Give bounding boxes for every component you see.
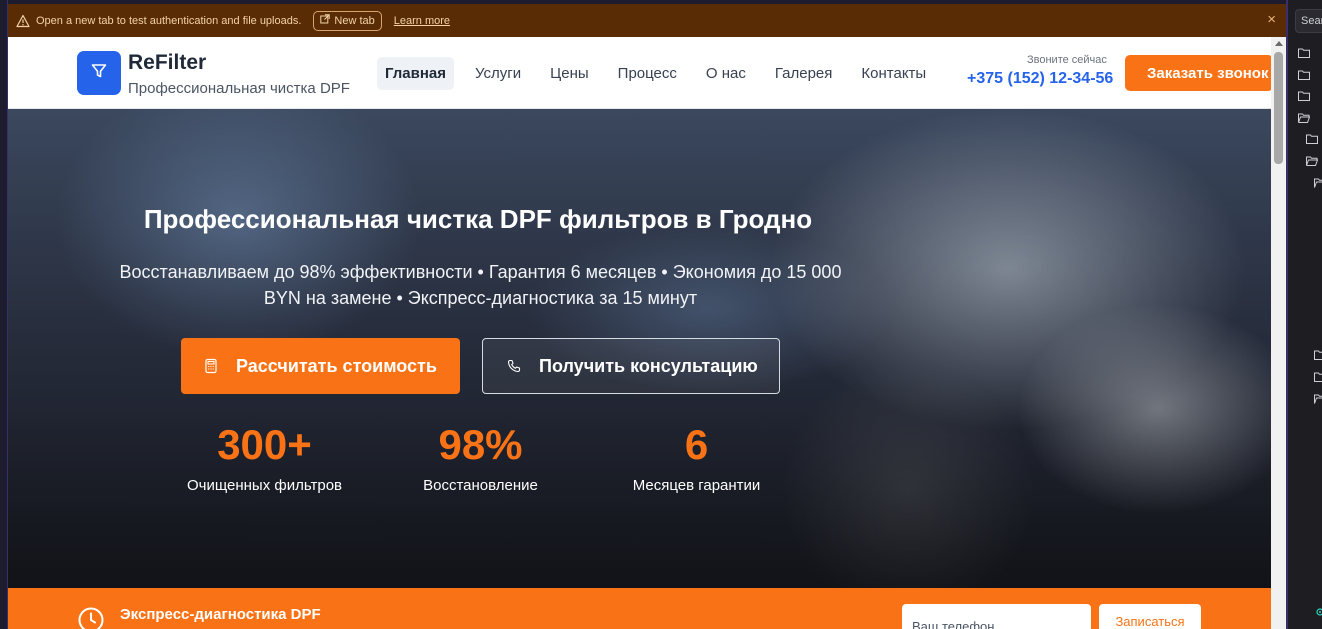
stat-value: 98% xyxy=(438,421,523,468)
calculate-cost-label: Рассчитать стоимость xyxy=(236,355,437,376)
phone-icon xyxy=(507,359,521,373)
call-now-label: Звоните сейчас xyxy=(1027,54,1107,66)
header-phone-link[interactable]: +375 (152) 12-34-56 xyxy=(967,70,1113,88)
external-link-icon xyxy=(320,14,331,27)
clock-icon xyxy=(78,607,104,629)
order-call-button[interactable]: Заказать звонок xyxy=(1125,55,1271,91)
site-header: ReFilter Профессиональная чистка DPF Гла… xyxy=(8,37,1271,109)
stat-value: 6 xyxy=(684,421,709,468)
calculator-icon xyxy=(204,358,218,374)
folder-icon[interactable] xyxy=(1298,88,1312,101)
folder-open-icon[interactable] xyxy=(1314,391,1322,404)
nav-item-about[interactable]: О нас xyxy=(698,57,754,90)
stat-label: Восстановление xyxy=(423,477,538,494)
notice-bar: Open a new tab to test authentication an… xyxy=(8,4,1286,37)
folder-open-icon[interactable] xyxy=(1298,110,1312,123)
window-frame-left xyxy=(0,0,8,629)
nav-item-gallery[interactable]: Галерея xyxy=(767,57,841,90)
stat-restoration: 98% Восстановление xyxy=(418,421,543,494)
stat-label: Месяцев гарантии xyxy=(632,477,761,494)
signup-button[interactable]: Записаться xyxy=(1099,604,1201,629)
get-consultation-button[interactable]: Получить консультацию xyxy=(482,338,780,394)
phone-input[interactable] xyxy=(902,604,1091,629)
hero-title: Профессиональная чистка DPF фильтров в Г… xyxy=(143,204,813,234)
nav-item-services[interactable]: Услуги xyxy=(467,57,529,90)
new-tab-label: New tab xyxy=(334,14,375,27)
folder-icon[interactable] xyxy=(1314,347,1322,360)
nav-item-prices[interactable]: Цены xyxy=(542,57,597,90)
hero-subtitle: Восстанавливаем до 98% эффективности • Г… xyxy=(119,262,842,308)
side-search-input[interactable]: Sear xyxy=(1295,9,1322,33)
nav-item-contacts[interactable]: Контакты xyxy=(853,57,934,90)
folder-icon[interactable] xyxy=(1298,67,1312,80)
hero-section: Профессиональная чистка DPF фильтров в Г… xyxy=(8,109,1271,588)
logo[interactable] xyxy=(77,51,121,95)
express-diagnostics-bar: Экспресс-диагностика DPF Записаться xyxy=(8,588,1271,629)
brand-subtitle: Профессиональная чистка DPF xyxy=(128,80,350,97)
gear-icon[interactable] xyxy=(1314,605,1322,617)
folder-icon[interactable] xyxy=(1298,45,1312,58)
page-viewport: ReFilter Профессиональная чистка DPF Гла… xyxy=(8,37,1271,629)
stat-warranty-months: 6 Месяцев гарантии xyxy=(628,421,765,494)
learn-more-link[interactable]: Learn more xyxy=(394,15,450,27)
main-nav: Главная Услуги Цены Процесс О нас Галере… xyxy=(377,57,947,90)
side-panel: Sear xyxy=(1288,0,1322,629)
warning-icon xyxy=(16,14,30,28)
new-tab-button[interactable]: New tab xyxy=(313,10,382,31)
calculate-cost-button[interactable]: Рассчитать стоимость xyxy=(181,338,460,394)
scrollbar-thumb[interactable] xyxy=(1274,52,1283,164)
stat-label: Очищенных фильтров xyxy=(186,477,343,494)
brand-name[interactable]: ReFilter xyxy=(128,51,206,75)
folder-icon[interactable] xyxy=(1314,369,1322,382)
funnel-filter-icon xyxy=(90,62,108,85)
notice-message: Open a new tab to test authentication an… xyxy=(36,14,302,27)
close-icon[interactable]: × xyxy=(1267,12,1276,27)
stat-value: 300+ xyxy=(217,421,312,468)
page-scrollbar[interactable] xyxy=(1271,37,1286,629)
folder-open-icon[interactable] xyxy=(1314,175,1322,188)
express-title: Экспресс-диагностика DPF xyxy=(120,606,321,623)
folder-icon[interactable] xyxy=(1306,131,1320,144)
folder-open-icon[interactable] xyxy=(1306,153,1320,166)
nav-item-process[interactable]: Процесс xyxy=(610,57,685,90)
get-consultation-label: Получить консультацию xyxy=(539,355,758,376)
stat-filters-cleaned: 300+ Очищенных фильтров xyxy=(186,421,343,494)
scroll-up-arrow[interactable] xyxy=(1275,41,1283,46)
nav-item-home[interactable]: Главная xyxy=(377,57,455,90)
